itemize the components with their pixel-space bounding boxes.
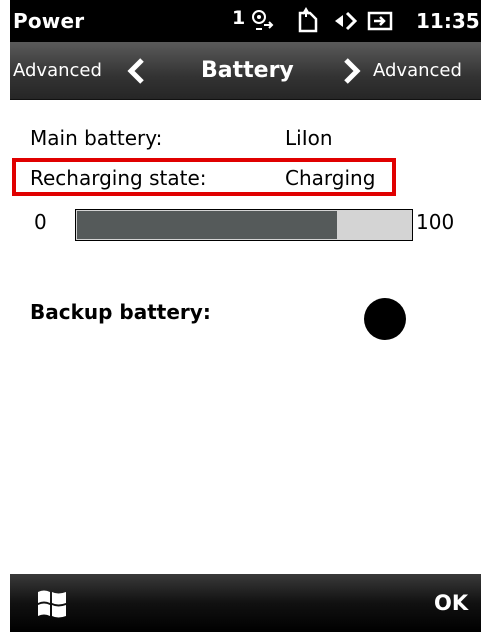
battery-level-fill: [77, 211, 338, 239]
backup-battery-status-dot: [364, 298, 406, 340]
nav-next-label[interactable]: Advanced: [373, 60, 462, 81]
status-bar: Power 1 11:35: [10, 0, 481, 42]
main-battery-value: LiIon: [285, 126, 333, 150]
speaker-icon: [335, 11, 358, 31]
recharging-state-label: Recharging state:: [30, 166, 207, 190]
main-battery-label: Main battery:: [30, 126, 163, 150]
signal-strength: 1: [232, 7, 246, 29]
nav-title: Battery: [201, 58, 294, 83]
chevron-left-icon[interactable]: [124, 56, 150, 86]
app-title: Power: [13, 9, 85, 33]
network-sync-icon: [252, 10, 274, 30]
backup-battery-label: Backup battery:: [30, 300, 211, 324]
windows-start-icon[interactable]: [34, 586, 70, 620]
nav-prev-label[interactable]: Advanced: [13, 60, 102, 81]
nav-bar: Advanced Battery Advanced: [10, 42, 481, 100]
recharging-state-value: Charging: [285, 166, 376, 190]
progress-min-label: 0: [34, 210, 47, 234]
status-clock: 11:35: [416, 9, 480, 33]
ok-button[interactable]: OK: [434, 591, 468, 615]
sim-icon: [298, 7, 318, 33]
progress-max-label: 100: [416, 210, 455, 234]
bottom-bar: OK: [10, 574, 481, 632]
chevron-right-icon[interactable]: [338, 56, 364, 86]
charging-icon: [367, 11, 393, 31]
battery-level-bar: [75, 209, 413, 241]
